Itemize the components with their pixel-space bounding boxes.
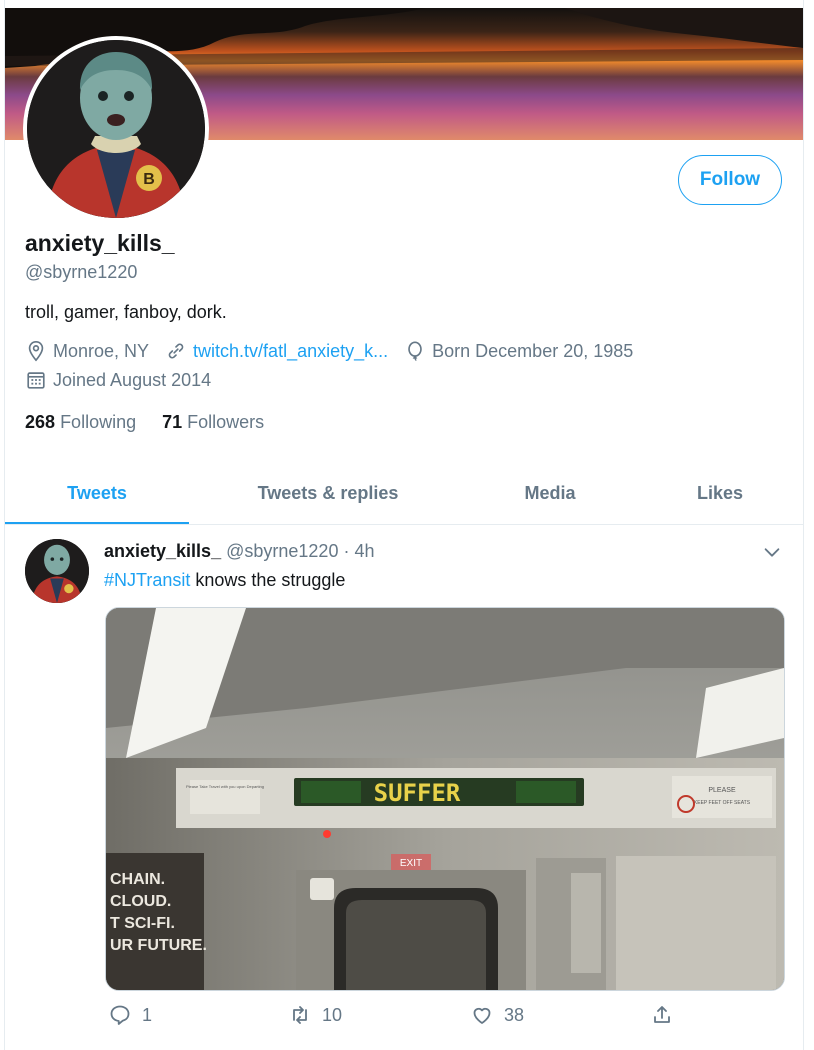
tweet-time[interactable]: 4h: [354, 541, 374, 561]
like-icon: [473, 1007, 491, 1024]
tweet-body: knows the struggle: [190, 570, 346, 590]
avatar-badge-letter: B: [143, 171, 155, 188]
tweet-text: #NJTransit knows the struggle: [104, 570, 345, 591]
exit-sign-text: EXIT: [400, 858, 422, 869]
retweet-count: 10: [322, 1004, 343, 1025]
retweet-icon: [293, 1006, 307, 1024]
poster-line-4: UR FUTURE.: [110, 937, 207, 954]
followers-label: Followers: [187, 412, 265, 432]
train-interior-image: SUFFER Please Take Travel with you upon …: [106, 608, 784, 990]
share-icon: [654, 1006, 670, 1023]
reply-count: 1: [142, 1004, 153, 1025]
joined-text: Joined August 2014: [53, 369, 212, 390]
chevron-down-icon[interactable]: [761, 541, 783, 563]
tweet-actions: 1 10 38: [104, 1003, 704, 1033]
tweet-author-handle[interactable]: @sbyrne1220: [226, 541, 338, 561]
tweet-hashtag[interactable]: #NJTransit: [104, 570, 190, 590]
share-action[interactable]: [650, 1003, 684, 1027]
poster-line-1: CHAIN.: [110, 871, 165, 888]
calendar-icon: [27, 372, 45, 389]
right-placard-title: PLEASE: [708, 787, 736, 794]
profile-joined-row: Joined August 2014: [25, 369, 227, 391]
website-link[interactable]: twitch.tv/fatl_anxiety_k...: [193, 341, 388, 362]
profile-stats: 268 Following 71 Followers: [25, 412, 290, 433]
link-icon: [168, 343, 184, 359]
following-count: 268: [25, 412, 56, 432]
profile-handle: @sbyrne1220: [25, 262, 138, 282]
right-placard-text: KEEP FEET OFF SEATS: [694, 800, 751, 806]
profile-website[interactable]: twitch.tv/fatl_anxiety_k...: [165, 340, 388, 362]
following-stat[interactable]: 268 Following: [25, 412, 136, 433]
poster-line-3: T SCI-FI.: [110, 915, 175, 932]
tab-tweets-and-replies[interactable]: Tweets & replies: [223, 464, 433, 523]
tweet-header: anxiety_kills_ @sbyrne1220 · 4h: [104, 541, 375, 562]
sign-led-text: SUFFER: [374, 779, 461, 807]
profile-location: Monroe, NY: [25, 340, 149, 362]
tab-tweets[interactable]: Tweets: [5, 464, 189, 524]
reply-icon: [110, 1005, 130, 1025]
tweet-avatar[interactable]: [25, 539, 89, 603]
profile-joined: Joined August 2014: [25, 369, 211, 391]
left-placard-text: Please Take Travel with you upon Departi…: [186, 784, 264, 789]
profile-tabs: Tweets Tweets & replies Media Likes: [5, 464, 803, 525]
profile-avatar[interactable]: B: [23, 36, 209, 222]
tab-likes[interactable]: Likes: [675, 464, 765, 523]
balloon-icon: [408, 341, 422, 361]
profile-page: B Follow anxiety_kills_ @sbyrne1220 trol…: [4, 0, 804, 1050]
tweet-author-name[interactable]: anxiety_kills_: [104, 541, 221, 561]
reply-action[interactable]: 1: [108, 1003, 152, 1027]
profile-meta-row: Monroe, NY twitch.tv/fatl_anxiety_k... B…: [25, 340, 649, 362]
like-action[interactable]: 38: [470, 1003, 524, 1027]
birthday-text: Born December 20, 1985: [432, 340, 634, 361]
location-text: Monroe, NY: [53, 340, 150, 361]
profile-display-name: anxiety_kills_: [25, 230, 175, 256]
followers-stat[interactable]: 71 Followers: [162, 412, 264, 433]
like-count: 38: [504, 1004, 525, 1025]
followers-count: 71: [162, 412, 183, 432]
retweet-action[interactable]: 10: [288, 1003, 342, 1027]
poster-line-2: CLOUD.: [110, 893, 171, 910]
profile-birthday: Born December 20, 1985: [404, 340, 633, 362]
tweet[interactable]: anxiety_kills_ @sbyrne1220 · 4h #NJTrans…: [5, 525, 803, 1050]
tweet-separator: ·: [343, 541, 350, 561]
following-label: Following: [60, 412, 137, 432]
tweet-media-photo[interactable]: SUFFER Please Take Travel with you upon …: [105, 607, 785, 991]
avatar-image: B: [27, 40, 205, 218]
follow-button[interactable]: Follow: [678, 155, 782, 205]
location-icon: [28, 341, 44, 362]
profile-bio: troll, gamer, fanboy, dork.: [25, 302, 227, 322]
tab-media[interactable]: Media: [495, 464, 605, 523]
